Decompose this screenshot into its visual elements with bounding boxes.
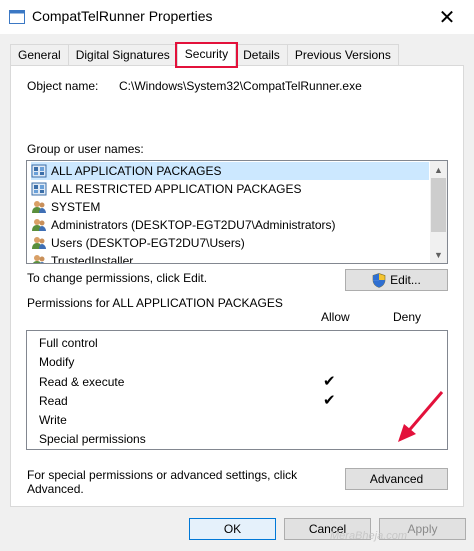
package-group-icon <box>31 182 47 196</box>
tab-security[interactable]: Security <box>174 42 239 68</box>
vertical-scrollbar[interactable]: ▲ ▼ <box>430 161 447 263</box>
allow-read-check-icon: ✔ <box>323 392 336 409</box>
permissions-for-label: Permissions for ALL APPLICATION PACKAGES <box>27 296 283 310</box>
tab-digital-signatures[interactable]: Digital Signatures <box>67 44 178 66</box>
list-item-label: SYSTEM <box>51 200 101 214</box>
permission-read: Read <box>39 394 68 408</box>
list-item-label: Administrators (DESKTOP-EGT2DU7\Administ… <box>51 218 336 232</box>
list-item[interactable]: Administrators (DESKTOP-EGT2DU7\Administ… <box>31 216 429 234</box>
group-listbox[interactable]: ALL APPLICATION PACKAGES ALL RESTRICTED … <box>26 160 448 264</box>
permission-full-control: Full control <box>39 336 98 350</box>
package-group-icon <box>31 164 47 178</box>
list-item[interactable]: Users (DESKTOP-EGT2DU7\Users) <box>31 234 429 252</box>
object-name-label: Object name: <box>27 79 99 93</box>
window-title: CompatTelRunner Properties <box>32 8 213 24</box>
scroll-thumb[interactable] <box>431 178 446 232</box>
users-icon <box>32 201 46 213</box>
permissions-list: Full control Modify Read & execute Read … <box>26 330 448 450</box>
object-name-value: C:\Windows\System32\CompatTelRunner.exe <box>119 79 362 93</box>
allow-column-header: Allow <box>321 310 350 324</box>
permission-read-execute: Read & execute <box>39 375 125 389</box>
uac-shield-icon <box>372 272 386 288</box>
permission-modify: Modify <box>39 355 75 369</box>
scroll-up-icon[interactable]: ▲ <box>430 161 447 178</box>
dialog-client: General Digital Signatures Security Deta… <box>0 34 474 551</box>
list-item-label: TrustedInstaller <box>51 254 134 264</box>
advanced-button[interactable]: Advanced <box>345 468 448 490</box>
tab-previous-versions[interactable]: Previous Versions <box>286 44 399 66</box>
permission-special: Special permissions <box>39 432 146 446</box>
permission-write: Write <box>39 413 67 427</box>
advanced-text-line2: Advanced. <box>27 482 84 496</box>
title-bar: CompatTelRunner Properties ✕ <box>0 0 474 34</box>
tab-strip: General Digital Signatures Security Deta… <box>10 42 399 68</box>
deny-column-header: Deny <box>393 310 422 324</box>
users-icon <box>33 255 45 263</box>
tab-general[interactable]: General <box>10 44 69 66</box>
edit-button-label: Edit... <box>390 273 421 287</box>
tab-security-label: Security <box>184 47 229 61</box>
list-item[interactable]: TrustedInstaller <box>31 252 429 264</box>
list-item[interactable]: ALL APPLICATION PACKAGES <box>31 162 429 180</box>
close-button[interactable]: ✕ <box>420 0 474 34</box>
list-item[interactable]: ALL RESTRICTED APPLICATION PACKAGES <box>31 180 429 198</box>
list-item[interactable]: SYSTEM <box>31 198 429 216</box>
list-item-label: Users (DESKTOP-EGT2DU7\Users) <box>51 236 245 250</box>
ok-button[interactable]: OK <box>189 518 276 540</box>
allow-read-execute-check-icon: ✔ <box>323 373 336 390</box>
change-permissions-text: To change permissions, click Edit. <box>27 271 208 285</box>
list-item-label: ALL APPLICATION PACKAGES <box>51 164 222 178</box>
advanced-text-line1: For special permissions or advanced sett… <box>27 468 298 482</box>
window-icon <box>9 10 25 24</box>
users-icon <box>32 237 46 249</box>
edit-button[interactable]: Edit... <box>345 269 448 291</box>
list-item-label: ALL RESTRICTED APPLICATION PACKAGES <box>51 182 302 196</box>
watermark: MeraBheja.com <box>330 530 408 542</box>
scroll-down-icon[interactable]: ▼ <box>430 246 447 263</box>
annotation-arrow-icon <box>398 391 444 442</box>
tab-details[interactable]: Details <box>235 44 288 66</box>
group-label: Group or user names: <box>27 142 144 156</box>
users-icon <box>32 219 46 231</box>
close-icon: ✕ <box>438 6 456 29</box>
